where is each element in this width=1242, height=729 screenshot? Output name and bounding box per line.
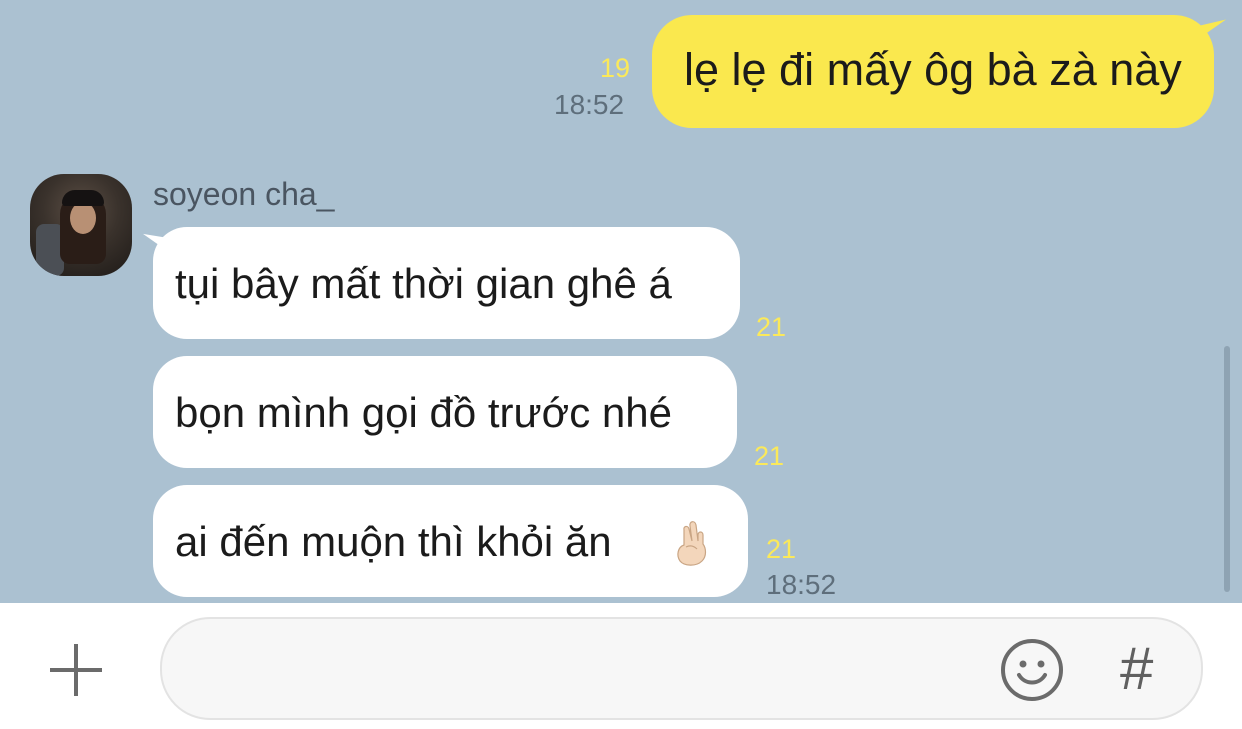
unread-count: 21 bbox=[754, 441, 785, 471]
unread-count: 21 bbox=[766, 534, 797, 564]
message-time: 18:52 bbox=[554, 89, 625, 120]
plus-icon[interactable] bbox=[46, 640, 106, 700]
incoming-message-text: tụi bây mất thời gian ghê á bbox=[175, 260, 672, 307]
crossed-fingers-icon bbox=[677, 521, 707, 566]
sender-name: soyeon cha_ bbox=[153, 176, 335, 212]
emoji-icon[interactable] bbox=[999, 637, 1065, 703]
unread-count: 21 bbox=[756, 312, 787, 342]
unread-count: 19 bbox=[600, 53, 631, 83]
avatar[interactable] bbox=[30, 174, 132, 276]
scrollbar[interactable] bbox=[1224, 346, 1230, 592]
message-time: 18:52 bbox=[766, 569, 837, 600]
outgoing-message-text: lẹ lẹ đi mấy ôg bà zà này bbox=[684, 44, 1182, 95]
incoming-message-text: ai đến muộn thì khỏi ăn bbox=[175, 518, 612, 565]
hashtag-icon[interactable]: # bbox=[1120, 636, 1153, 702]
chat-area: lẹ lẹ đi mấy ôg bà zà này 19 18:52 soyeo… bbox=[0, 0, 1242, 603]
incoming-message-text: bọn mình gọi đồ trước nhé bbox=[175, 389, 672, 436]
